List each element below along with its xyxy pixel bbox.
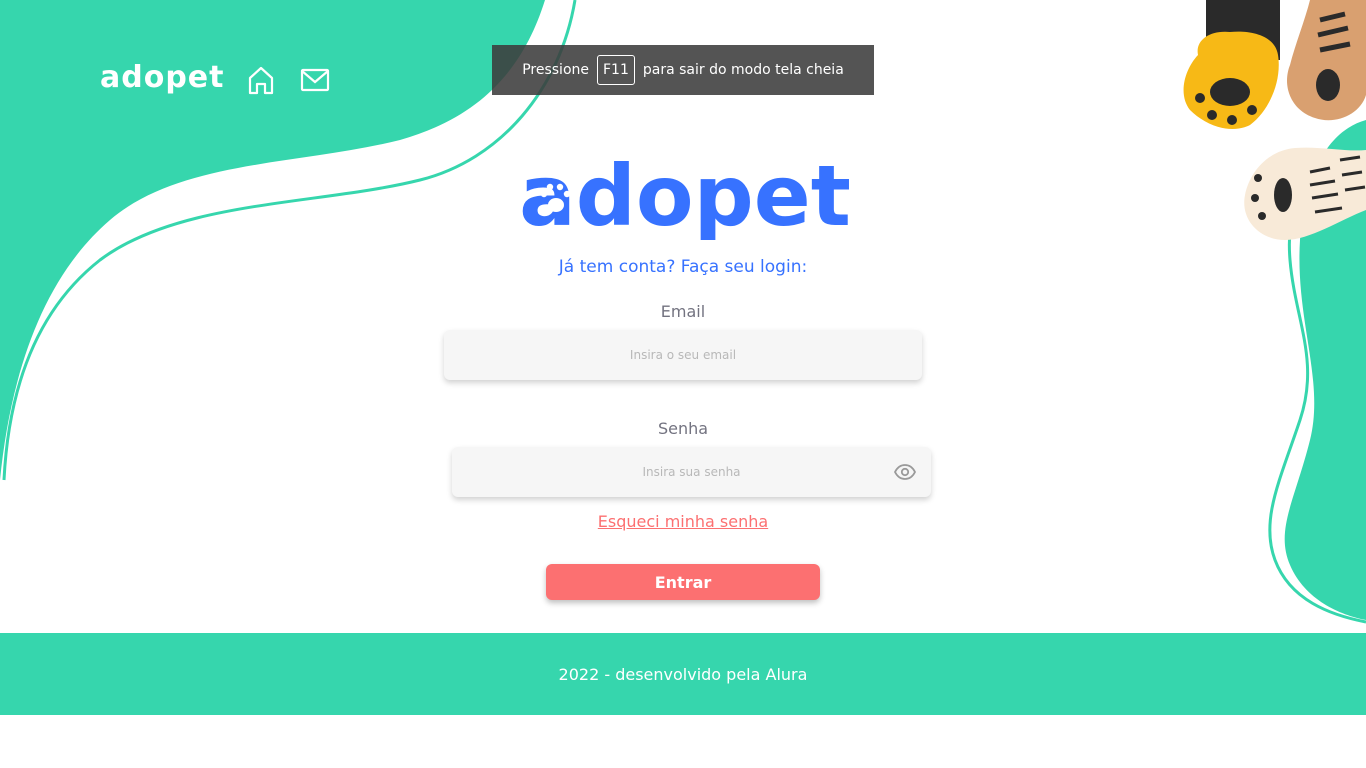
home-icon[interactable] <box>245 64 277 96</box>
submit-button[interactable]: Entrar <box>546 564 820 600</box>
footer-text: 2022 - desenvolvido pela Alura <box>558 664 808 684</box>
mail-icon[interactable] <box>299 64 331 96</box>
header-logo[interactable]: adopet <box>100 60 225 95</box>
forgot-password-link[interactable]: Esqueci minha senha <box>0 512 1366 531</box>
email-label: Email <box>660 302 706 321</box>
fullscreen-notice: Pressione F11 para sair do modo tela che… <box>492 45 874 95</box>
login-prompt: Já tem conta? Faça seu login: <box>558 257 808 277</box>
password-label: Senha <box>657 419 709 438</box>
eye-icon[interactable] <box>893 460 917 484</box>
password-field[interactable] <box>452 447 931 497</box>
fullscreen-notice-text-after: para sair do modo tela cheia <box>642 62 844 78</box>
email-field[interactable] <box>444 330 922 380</box>
f11-key: F11 <box>597 55 635 85</box>
cat-paws-illustration <box>1183 0 1366 240</box>
fullscreen-notice-text-before: Pressione <box>522 62 589 78</box>
footer: 2022 - desenvolvido pela Alura <box>0 633 1366 715</box>
main-logo: adopet <box>520 147 850 240</box>
